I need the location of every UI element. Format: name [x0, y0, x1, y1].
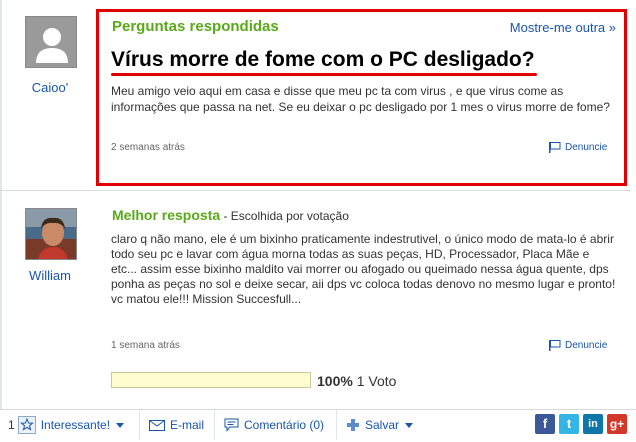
title-underline — [111, 73, 537, 76]
google-plus-glyph: g+ — [609, 417, 625, 431]
toolbar-separator — [214, 410, 215, 440]
toolbar-separator — [336, 410, 337, 440]
interesting-label: Interessante! — [40, 418, 111, 432]
twitter-icon[interactable]: t — [559, 414, 579, 434]
flag-icon — [549, 340, 561, 351]
question-username[interactable]: Caioo' — [0, 80, 100, 95]
chevron-down-icon — [405, 422, 414, 428]
best-answer-heading: Melhor resposta - Escolhida por votação — [112, 207, 349, 223]
answer-username[interactable]: William — [0, 268, 100, 283]
linkedin-glyph: in — [588, 418, 598, 430]
show-another-link[interactable]: Mostre-me outra » — [510, 20, 616, 35]
chevron-down-icon — [116, 422, 125, 428]
section-title: Perguntas respondidas — [112, 18, 279, 35]
left-border — [0, 0, 2, 442]
email-label: E-mail — [170, 418, 205, 432]
envelope-icon — [149, 419, 165, 431]
flag-icon — [549, 142, 561, 153]
comment-button[interactable]: Comentário (0) — [224, 416, 324, 434]
vote-progress-bar — [111, 372, 311, 388]
question-avatar[interactable] — [25, 16, 77, 68]
interesting-button[interactable]: 1 Interessante! — [8, 416, 125, 434]
show-another-label: Mostre-me outra — [509, 20, 606, 35]
vote-progress-fill — [112, 373, 310, 387]
question-title: Vírus morre de fome com o PC desligado? — [111, 48, 535, 71]
chosen-by-vote-label: - Escolhida por votação — [220, 209, 349, 223]
default-user-icon — [26, 17, 76, 67]
toolbar-separator — [139, 410, 140, 440]
double-chevron-icon: » — [608, 20, 616, 35]
section-divider — [0, 190, 630, 191]
save-label: Salvar — [365, 418, 400, 432]
facebook-glyph: f — [542, 416, 548, 431]
answer-timestamp: 1 semana atrás — [111, 340, 180, 351]
star-icon — [17, 416, 36, 434]
best-answer-label: Melhor resposta — [112, 207, 221, 223]
twitter-glyph: t — [566, 416, 572, 431]
comment-icon — [224, 418, 239, 432]
question-timestamp: 2 semanas atrás — [111, 142, 185, 153]
google-plus-icon[interactable]: g+ — [607, 414, 627, 434]
vote-summary: 100% 1 Voto — [317, 373, 396, 389]
answer-report-link[interactable]: Denuncie — [549, 340, 607, 351]
answer-body: claro q não mano, ele é um bixinho prati… — [111, 232, 616, 306]
email-button[interactable]: E-mail — [149, 416, 204, 434]
report-label: Denuncie — [565, 340, 608, 351]
save-button[interactable]: Salvar — [346, 416, 414, 434]
vote-count: 1 Voto — [356, 373, 397, 389]
facebook-icon[interactable]: f — [535, 414, 555, 434]
question-report-link[interactable]: Denuncie — [549, 142, 607, 153]
user-photo — [26, 209, 76, 259]
answer-avatar[interactable] — [25, 208, 77, 260]
plus-icon — [347, 419, 359, 431]
report-label: Denuncie — [565, 142, 608, 153]
vote-percent: 100% — [317, 373, 353, 389]
interesting-count: 1 — [8, 418, 15, 432]
question-body: Meu amigo veio aqui em casa e disse que … — [111, 84, 610, 114]
comment-label: Comentário (0) — [244, 418, 325, 432]
linkedin-icon[interactable]: in — [583, 414, 603, 434]
